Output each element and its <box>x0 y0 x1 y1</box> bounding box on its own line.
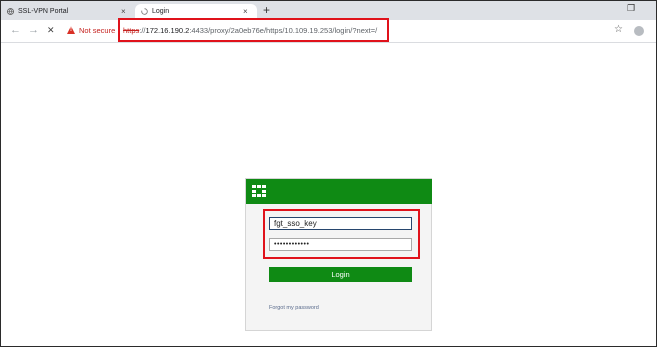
tab-ssl-vpn-portal[interactable]: SSL-VPN Portal × <box>1 4 135 20</box>
back-arrow-icon[interactable]: ← <box>10 24 21 36</box>
forward-arrow-icon[interactable]: → <box>28 24 39 36</box>
warning-mark: ! <box>70 27 72 33</box>
profile-icon[interactable] <box>634 26 644 36</box>
username-input[interactable]: fgt_sso_key <box>269 217 412 230</box>
security-status[interactable]: Not secure <box>79 26 115 35</box>
browser-window: SSL-VPN Portal × Login × + ❐ ← → ✕ ! Not… <box>0 0 657 347</box>
fortinet-logo-icon <box>252 185 266 197</box>
tab-label: SSL-VPN Portal <box>18 8 69 15</box>
tab-label: Login <box>152 8 170 15</box>
forgot-password-link[interactable]: Forgot my password <box>269 305 319 311</box>
login-button[interactable]: Login <box>269 267 412 282</box>
password-input[interactable]: •••••••••••• <box>269 238 412 251</box>
card-header <box>246 179 432 204</box>
plus-icon[interactable]: + <box>263 3 270 17</box>
stop-icon[interactable]: ✕ <box>47 25 55 36</box>
loading-spinner-icon <box>141 8 148 15</box>
close-icon[interactable]: × <box>243 7 248 16</box>
globe-icon <box>7 8 14 15</box>
restore-window-icon[interactable]: ❐ <box>627 3 635 14</box>
close-icon[interactable]: × <box>121 7 126 16</box>
star-icon[interactable]: ☆ <box>614 24 623 35</box>
url-highlight-box <box>118 18 389 42</box>
